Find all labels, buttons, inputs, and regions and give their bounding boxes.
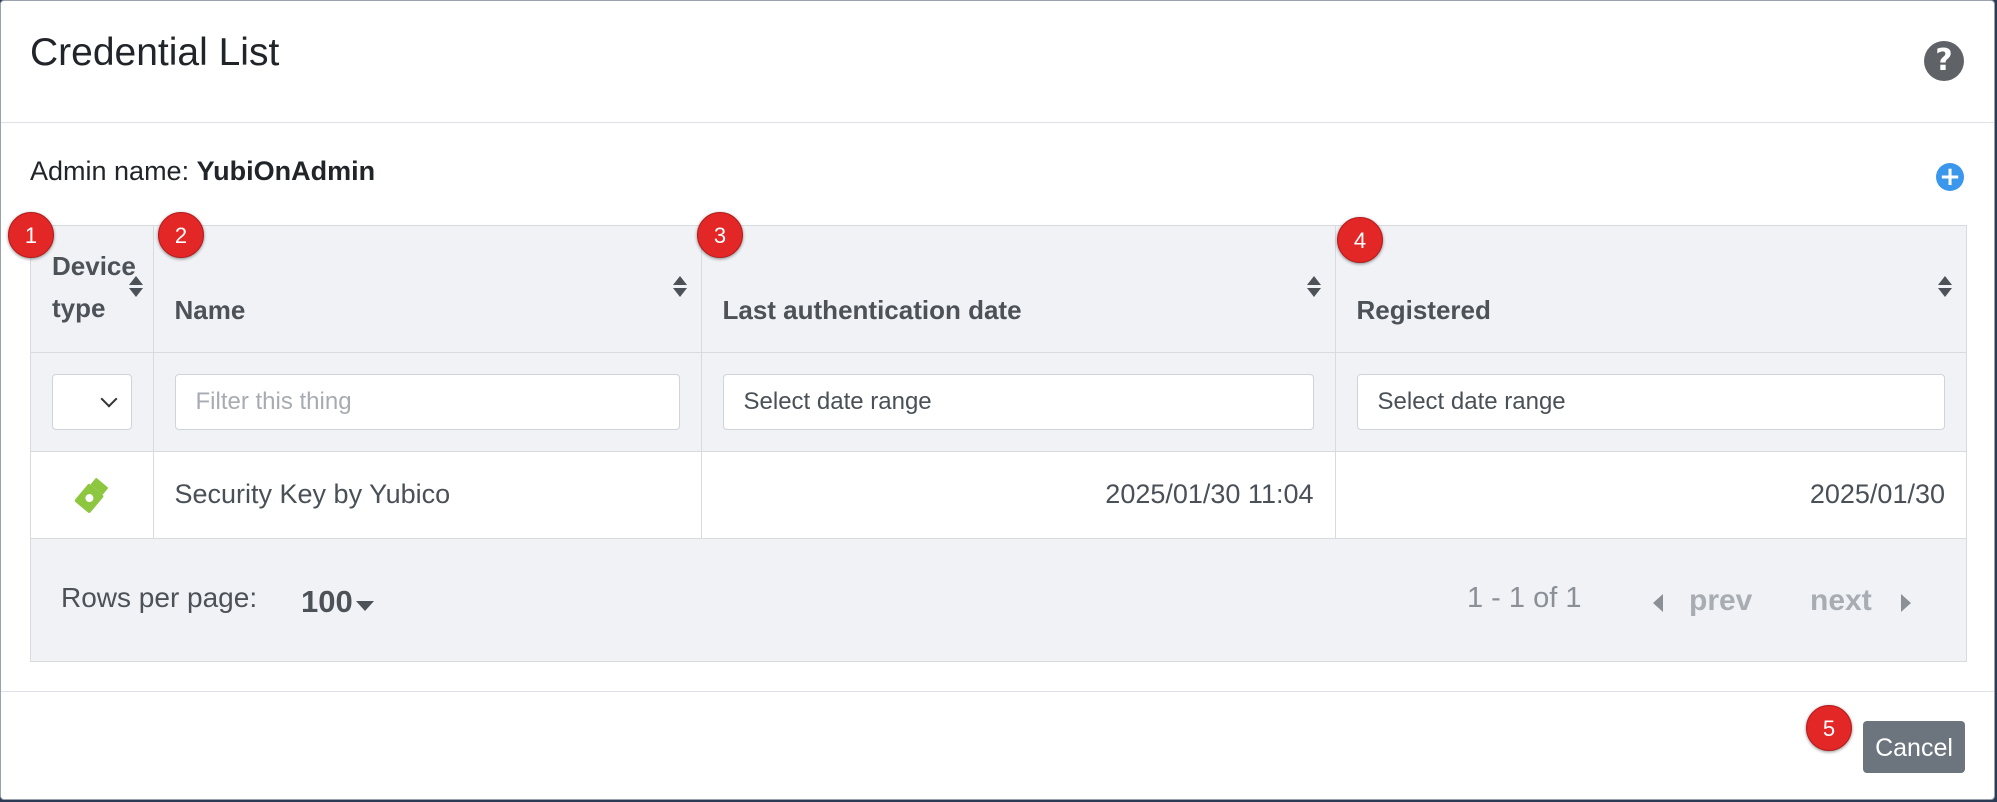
dialog-title: Credential List bbox=[30, 31, 280, 74]
name-cell: Security Key by Yubico bbox=[153, 451, 702, 539]
column-header-registered[interactable]: Registered bbox=[1335, 226, 1966, 353]
sort-icon[interactable] bbox=[128, 276, 143, 298]
plus-circle-icon[interactable]: + bbox=[1936, 163, 1964, 191]
caret-left-icon[interactable] bbox=[1653, 594, 1663, 612]
rows-per-page-select[interactable]: 100 bbox=[301, 584, 353, 620]
filter-row bbox=[31, 352, 1966, 452]
table-row[interactable]: Security Key by Yubico 2025/01/30 11:04 … bbox=[31, 451, 1966, 539]
device-type-filter-select[interactable] bbox=[52, 373, 132, 430]
annotation-badge-4: 4 bbox=[1337, 217, 1383, 263]
admin-name-value: YubiOnAdmin bbox=[196, 156, 376, 186]
column-label: Name bbox=[174, 294, 246, 325]
registered-cell: 2025/01/30 bbox=[1335, 451, 1966, 539]
annotation-badge-1: 1 bbox=[8, 212, 54, 258]
pagination-bar: Rows per page: 100 1 - 1 of 1 prev next bbox=[31, 539, 1966, 662]
device-type-cell bbox=[31, 451, 154, 539]
chevron-down-icon bbox=[100, 390, 118, 407]
device-type-filter-cell bbox=[31, 352, 154, 452]
caret-right-icon[interactable] bbox=[1901, 594, 1911, 612]
admin-name-label: Admin name: bbox=[30, 156, 197, 186]
registered-filter-cell bbox=[1335, 352, 1966, 452]
dialog-footer: Cancel bbox=[1, 691, 1994, 802]
registered-date-range-input[interactable] bbox=[1356, 373, 1945, 430]
sort-icon[interactable] bbox=[1306, 276, 1321, 298]
column-label: Last authentication date bbox=[722, 294, 1022, 325]
name-filter-cell bbox=[153, 352, 702, 452]
next-button[interactable]: next bbox=[1810, 584, 1872, 618]
last-auth-cell: 2025/01/30 11:04 bbox=[701, 451, 1336, 539]
annotation-badge-2: 2 bbox=[158, 212, 204, 258]
column-label: Registered bbox=[1356, 294, 1491, 325]
caret-down-icon[interactable] bbox=[356, 601, 374, 611]
page-info: 1 - 1 of 1 bbox=[1467, 582, 1582, 614]
sort-icon[interactable] bbox=[1938, 276, 1952, 298]
annotation-badge-5: 5 bbox=[1806, 705, 1852, 751]
dialog-header: Credential List ? bbox=[1, 1, 1994, 123]
usb-key-icon bbox=[74, 477, 108, 513]
column-header-name[interactable]: Name bbox=[153, 226, 702, 353]
last-auth-filter-cell bbox=[701, 352, 1336, 452]
question-circle-icon[interactable]: ? bbox=[1924, 41, 1964, 81]
credential-list-dialog: Credential List ? Admin name: YubiOnAdmi… bbox=[0, 0, 1995, 800]
cancel-button[interactable]: Cancel bbox=[1863, 721, 1965, 773]
last-auth-date-range-input[interactable] bbox=[722, 373, 1314, 430]
name-filter-input[interactable] bbox=[174, 373, 680, 430]
column-header-last-authentication-date[interactable]: Last authentication date bbox=[701, 226, 1336, 353]
rows-per-page-label: Rows per page: bbox=[61, 582, 258, 613]
credential-table: Device type Name Last authentication dat… bbox=[30, 225, 1967, 662]
annotation-badge-3: 3 bbox=[697, 212, 743, 258]
prev-button[interactable]: prev bbox=[1689, 584, 1752, 618]
admin-name-line: Admin name: YubiOnAdmin bbox=[30, 156, 375, 187]
column-label: Device type bbox=[52, 250, 136, 323]
sort-icon[interactable] bbox=[672, 276, 687, 298]
